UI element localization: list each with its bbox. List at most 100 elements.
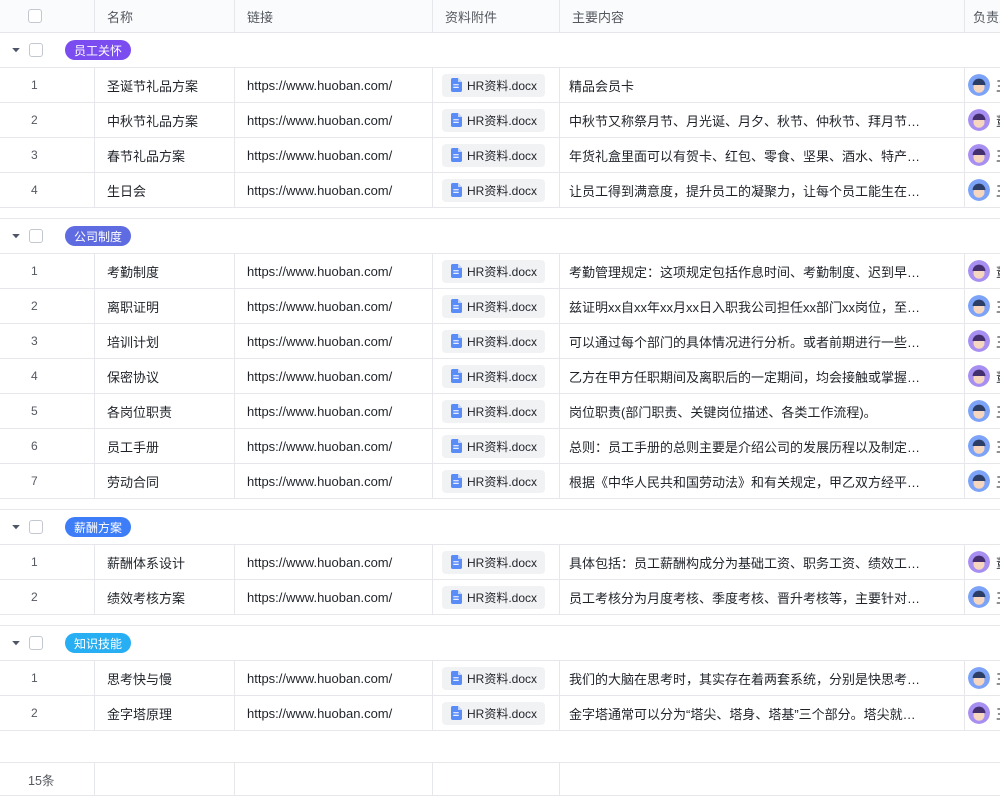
chevron-down-icon[interactable] — [10, 44, 22, 56]
link-cell[interactable]: https://www.huoban.com/ — [235, 696, 433, 730]
link-cell[interactable]: https://www.huoban.com/ — [235, 580, 433, 614]
attachment-cell[interactable]: HR资料.docx — [433, 173, 560, 207]
attachment-cell[interactable]: HR资料.docx — [433, 429, 560, 463]
group-checkbox[interactable] — [29, 636, 43, 650]
attachment-chip[interactable]: HR资料.docx — [442, 144, 545, 167]
attachment-chip[interactable]: HR资料.docx — [442, 74, 545, 97]
attachment-chip[interactable]: HR资料.docx — [442, 330, 545, 353]
link-cell[interactable]: https://www.huoban.com/ — [235, 429, 433, 463]
name-cell[interactable]: 保密协议 — [95, 359, 235, 393]
attachment-cell[interactable]: HR资料.docx — [433, 138, 560, 172]
name-cell[interactable]: 中秋节礼品方案 — [95, 103, 235, 137]
name-cell[interactable]: 各岗位职责 — [95, 394, 235, 428]
attachment-chip[interactable]: HR资料.docx — [442, 667, 545, 690]
group-checkbox[interactable] — [29, 43, 43, 57]
attachment-cell[interactable]: HR资料.docx — [433, 254, 560, 288]
name-cell[interactable]: 员工手册 — [95, 429, 235, 463]
column-header-link[interactable]: 链接 — [235, 0, 433, 32]
content-cell[interactable]: 具体包括：员工薪酬构成分为基础工资、职务工资、绩效工… — [560, 545, 965, 579]
name-cell[interactable]: 培训计划 — [95, 324, 235, 358]
attachment-chip[interactable]: HR资料.docx — [442, 365, 545, 388]
owner-cell[interactable]: 董 — [965, 359, 1000, 393]
attachment-cell[interactable]: HR资料.docx — [433, 580, 560, 614]
attachment-chip[interactable]: HR资料.docx — [442, 400, 545, 423]
chevron-down-icon[interactable] — [10, 230, 22, 242]
content-cell[interactable]: 考勤管理规定：这项规定包括作息时间、考勤制度、迟到早… — [560, 254, 965, 288]
column-header-content[interactable]: 主要内容 — [560, 0, 965, 32]
content-cell[interactable]: 根据《中华人民共和国劳动法》和有关规定，甲乙双方经平… — [560, 464, 965, 498]
attachment-cell[interactable]: HR资料.docx — [433, 103, 560, 137]
name-cell[interactable]: 金字塔原理 — [95, 696, 235, 730]
name-cell[interactable]: 绩效考核方案 — [95, 580, 235, 614]
name-cell[interactable]: 离职证明 — [95, 289, 235, 323]
attachment-cell[interactable]: HR资料.docx — [433, 324, 560, 358]
attachment-chip[interactable]: HR资料.docx — [442, 702, 545, 725]
owner-cell[interactable]: 王 — [965, 580, 1000, 614]
attachment-cell[interactable]: HR资料.docx — [433, 68, 560, 102]
name-cell[interactable]: 考勤制度 — [95, 254, 235, 288]
column-header-owner[interactable]: 负责人 — [965, 0, 1000, 32]
attachment-cell[interactable]: HR资料.docx — [433, 545, 560, 579]
link-cell[interactable]: https://www.huoban.com/ — [235, 254, 433, 288]
content-cell[interactable]: 金字塔通常可以分为“塔尖、塔身、塔基”三个部分。塔尖就… — [560, 696, 965, 730]
owner-cell[interactable]: 王 — [965, 173, 1000, 207]
content-cell[interactable]: 可以通过每个部门的具体情况进行分析。或者前期进行一些… — [560, 324, 965, 358]
attachment-chip[interactable]: HR资料.docx — [442, 435, 545, 458]
owner-cell[interactable]: 王 — [965, 138, 1000, 172]
name-cell[interactable]: 生日会 — [95, 173, 235, 207]
content-cell[interactable]: 总则：员工手册的总则主要是介绍公司的发展历程以及制定… — [560, 429, 965, 463]
owner-cell[interactable]: 王 — [965, 324, 1000, 358]
content-cell[interactable]: 我们的大脑在思考时，其实存在着两套系统，分别是快思考… — [560, 661, 965, 695]
chevron-down-icon[interactable] — [10, 521, 22, 533]
link-cell[interactable]: https://www.huoban.com/ — [235, 661, 433, 695]
link-cell[interactable]: https://www.huoban.com/ — [235, 289, 433, 323]
attachment-cell[interactable]: HR资料.docx — [433, 661, 560, 695]
link-cell[interactable]: https://www.huoban.com/ — [235, 103, 433, 137]
attachment-chip[interactable]: HR资料.docx — [442, 551, 545, 574]
link-cell[interactable]: https://www.huoban.com/ — [235, 464, 433, 498]
column-header-name[interactable]: 名称 — [95, 0, 235, 32]
select-all-checkbox[interactable] — [28, 9, 42, 23]
attachment-chip[interactable]: HR资料.docx — [442, 260, 545, 283]
link-cell[interactable]: https://www.huoban.com/ — [235, 138, 433, 172]
attachment-cell[interactable]: HR资料.docx — [433, 464, 560, 498]
owner-cell[interactable]: 王 — [965, 394, 1000, 428]
content-cell[interactable]: 员工考核分为月度考核、季度考核、晋升考核等，主要针对… — [560, 580, 965, 614]
owner-cell[interactable]: 王 — [965, 68, 1000, 102]
link-cell[interactable]: https://www.huoban.com/ — [235, 359, 433, 393]
name-cell[interactable]: 春节礼品方案 — [95, 138, 235, 172]
name-cell[interactable]: 薪酬体系设计 — [95, 545, 235, 579]
chevron-down-icon[interactable] — [10, 637, 22, 649]
name-cell[interactable]: 圣诞节礼品方案 — [95, 68, 235, 102]
link-cell[interactable]: https://www.huoban.com/ — [235, 394, 433, 428]
owner-cell[interactable]: 王 — [965, 464, 1000, 498]
link-cell[interactable]: https://www.huoban.com/ — [235, 545, 433, 579]
link-cell[interactable]: https://www.huoban.com/ — [235, 173, 433, 207]
column-header-attachment[interactable]: 资料附件 — [433, 0, 560, 32]
group-checkbox[interactable] — [29, 520, 43, 534]
content-cell[interactable]: 让员工得到满意度，提升员工的凝聚力，让每个员工能生在… — [560, 173, 965, 207]
content-cell[interactable]: 年货礼盒里面可以有贺卡、红包、零食、坚果、酒水、特产… — [560, 138, 965, 172]
content-cell[interactable]: 兹证明xx自xx年xx月xx日入职我公司担任xx部门xx岗位，至… — [560, 289, 965, 323]
attachment-chip[interactable]: HR资料.docx — [442, 109, 545, 132]
attachment-chip[interactable]: HR资料.docx — [442, 295, 545, 318]
owner-cell[interactable]: 董 — [965, 545, 1000, 579]
attachment-cell[interactable]: HR资料.docx — [433, 394, 560, 428]
attachment-chip[interactable]: HR资料.docx — [442, 586, 545, 609]
owner-cell[interactable]: 王 — [965, 289, 1000, 323]
attachment-cell[interactable]: HR资料.docx — [433, 289, 560, 323]
content-cell[interactable]: 岗位职责(部门职责、关键岗位描述、各类工作流程)。 — [560, 394, 965, 428]
attachment-chip[interactable]: HR资料.docx — [442, 179, 545, 202]
owner-cell[interactable]: 董 — [965, 103, 1000, 137]
link-cell[interactable]: https://www.huoban.com/ — [235, 68, 433, 102]
content-cell[interactable]: 中秋节又称祭月节、月光诞、月夕、秋节、仲秋节、拜月节… — [560, 103, 965, 137]
attachment-chip[interactable]: HR资料.docx — [442, 470, 545, 493]
attachment-cell[interactable]: HR资料.docx — [433, 696, 560, 730]
group-checkbox[interactable] — [29, 229, 43, 243]
name-cell[interactable]: 思考快与慢 — [95, 661, 235, 695]
owner-cell[interactable]: 王 — [965, 661, 1000, 695]
link-cell[interactable]: https://www.huoban.com/ — [235, 324, 433, 358]
name-cell[interactable]: 劳动合同 — [95, 464, 235, 498]
content-cell[interactable]: 精品会员卡 — [560, 68, 965, 102]
owner-cell[interactable]: 王 — [965, 696, 1000, 730]
